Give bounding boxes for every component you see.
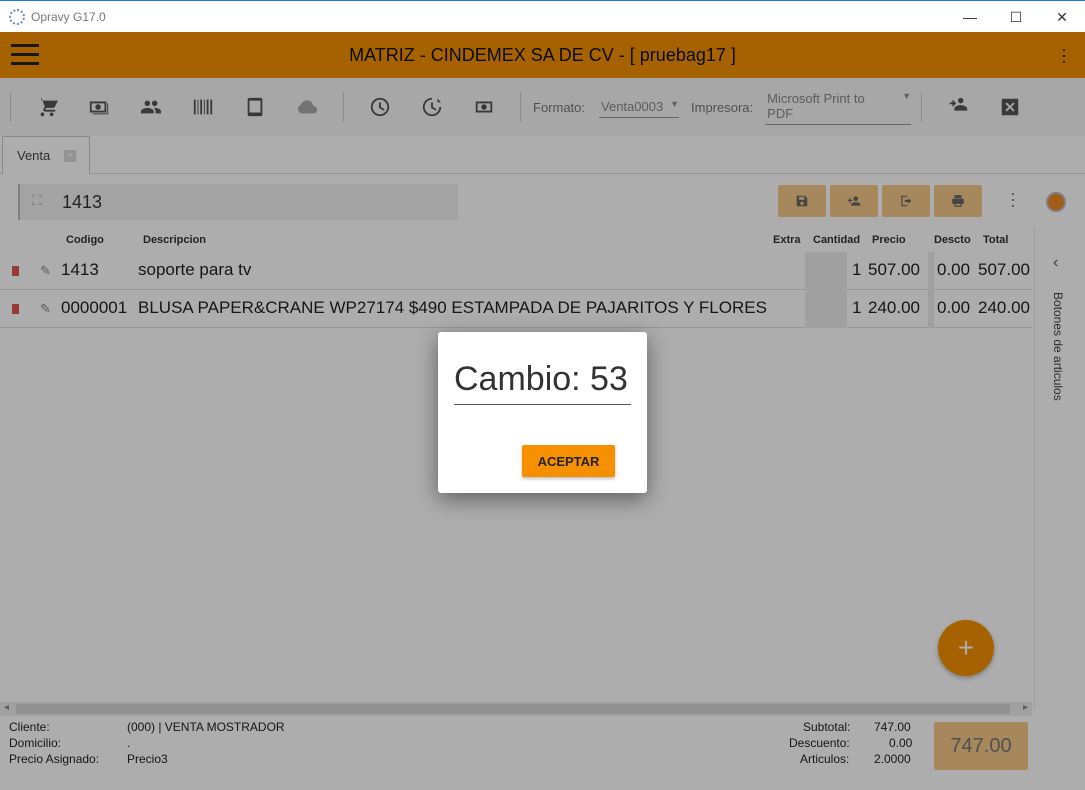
window-controls: — ☐ ✕ (947, 1, 1085, 33)
dialog-divider (454, 404, 631, 405)
maximize-button[interactable]: ☐ (993, 1, 1039, 33)
app-logo-icon (9, 8, 25, 25)
close-window-button[interactable]: ✕ (1039, 1, 1085, 33)
change-amount-text: Cambio: 53 (454, 360, 628, 398)
window-titlebar: Opravy G17.0 — ☐ ✕ (0, 0, 1085, 32)
aceptar-button[interactable]: ACEPTAR (522, 445, 615, 477)
change-dialog: Cambio: 53 ACEPTAR (438, 332, 647, 493)
window-title: Opravy G17.0 (31, 9, 106, 24)
minimize-button[interactable]: — (947, 1, 993, 33)
